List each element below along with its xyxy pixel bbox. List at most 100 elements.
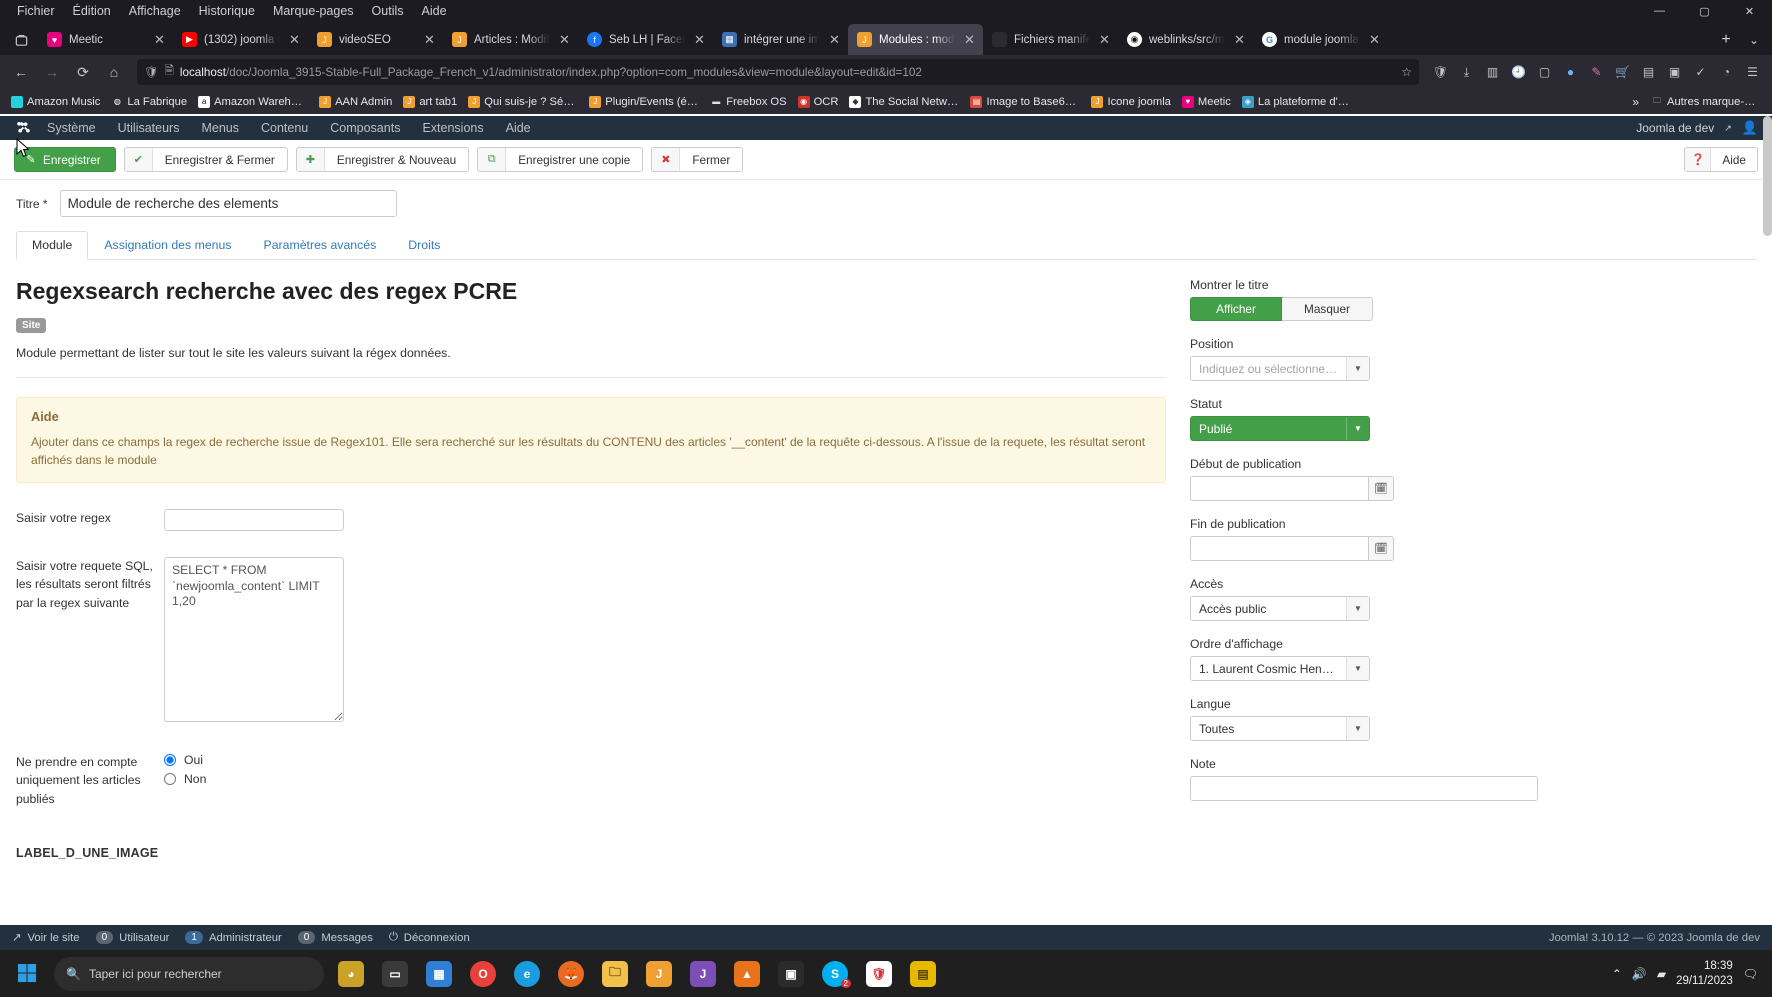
bookmark-art-tab1[interactable]: J art tab1 <box>398 94 462 110</box>
close-icon[interactable]: ✕ <box>692 32 707 47</box>
taskbar-icon-security[interactable]: 🛡 <box>858 953 900 995</box>
save-and-close-button[interactable]: ✔ Enregistrer & Fermer <box>123 147 288 172</box>
regex-input[interactable] <box>164 509 344 531</box>
menu-fichier[interactable]: Fichier <box>8 2 64 20</box>
joomla-nav-menus[interactable]: Menus <box>190 121 250 135</box>
view-site-link[interactable]: ↗ Voir le site <box>12 931 80 945</box>
maximize-button[interactable]: ▢ <box>1682 0 1727 22</box>
extension-ruler-icon[interactable]: ▤ <box>1636 59 1661 85</box>
bookmark-la-fabrique[interactable]: ◍ La Fabrique <box>106 94 192 110</box>
joomla-logo-icon[interactable] <box>10 121 36 136</box>
title-input[interactable] <box>59 190 397 217</box>
menu-edition[interactable]: Édition <box>64 2 120 20</box>
bookmark-amazon-warehouse[interactable]: a Amazon Warehouse <box>193 94 313 110</box>
radio-option-non[interactable]: Non <box>164 772 1166 786</box>
joomla-nav-utilisateurs[interactable]: Utilisateurs <box>107 121 191 135</box>
bookmark-icone-joomla[interactable]: J Icone joomla <box>1086 94 1175 110</box>
browser-tab-integrer-une-image[interactable]: ▦ intégrer une image dan ✕ <box>713 24 848 55</box>
taskbar-icon-firefox[interactable]: 🦊 <box>550 953 592 995</box>
taskbar-clock[interactable]: 18:39 29/11/2023 <box>1676 959 1733 988</box>
joomla-nav-contenu[interactable]: Contenu <box>250 121 319 135</box>
history-icon[interactable]: 🕘 <box>1506 59 1531 85</box>
taskbar-icon-cortana[interactable]: ◕ <box>330 953 372 995</box>
radio-non[interactable] <box>164 773 176 785</box>
taskbar-icon-task-view[interactable]: ▭ <box>374 953 416 995</box>
admins-status[interactable]: 1 Administrateur <box>185 931 282 944</box>
chevron-down-icon[interactable]: ▼ <box>1346 597 1369 620</box>
taskbar-icon-vlc[interactable]: ▲ <box>726 953 768 995</box>
extension-cart-icon[interactable]: 🛒 <box>1610 59 1635 85</box>
home-button[interactable]: ⌂ <box>100 59 128 85</box>
chevron-down-icon[interactable]: ⌄ <box>1740 25 1768 55</box>
browser-tab-articles-modifier[interactable]: J Articles : Modifier - Joo ✕ <box>443 24 578 55</box>
position-select[interactable]: Indiquez ou sélectionnez une... ▼ <box>1190 356 1370 381</box>
browser-tab-fichiers-manifest[interactable]: Fichiers manifest — Jooml ✕ <box>983 24 1118 55</box>
tray-chevron-up-icon[interactable]: ⌃ <box>1612 967 1622 981</box>
close-icon[interactable]: ✕ <box>287 32 302 47</box>
bookmark-social-network[interactable]: ◆ The Social Network for... <box>844 94 964 110</box>
taskbar-icon-opera[interactable]: O <box>462 953 504 995</box>
status-select[interactable]: Publié ▼ <box>1190 416 1370 441</box>
bookmark-ocr[interactable]: ◉ OCR <box>793 94 844 110</box>
note-input[interactable] <box>1190 776 1538 801</box>
calendar-icon[interactable]: 🗓 <box>1368 476 1394 501</box>
page-scrollbar[interactable] <box>1763 116 1772 925</box>
joomla-nav-extensions[interactable]: Extensions <box>411 121 494 135</box>
bookmark-freebox-os[interactable]: ▬ Freebox OS <box>705 94 791 110</box>
start-button[interactable] <box>4 950 50 997</box>
tab-list-icon[interactable] <box>4 25 38 55</box>
browser-tab-weblinks-github[interactable]: ◉ weblinks/src/modules ✕ <box>1118 24 1253 55</box>
save-button[interactable]: ✎ Enregistrer <box>14 147 116 172</box>
taskbar-icon-skype[interactable]: S 2 <box>814 953 856 995</box>
downloads-icon[interactable]: ⤓ <box>1454 59 1479 85</box>
menu-outils[interactable]: Outils <box>363 2 413 20</box>
taskbar-icon-terminal[interactable]: ▣ <box>770 953 812 995</box>
close-icon[interactable]: ✕ <box>152 32 167 47</box>
logout-link[interactable]: ⏻ Déconnexion <box>389 931 470 944</box>
messages-status[interactable]: 0 Messages <box>297 931 373 944</box>
calendar-icon[interactable]: 🗓 <box>1368 536 1394 561</box>
chevron-down-icon[interactable]: ▼ <box>1346 417 1369 440</box>
user-avatar-icon[interactable]: 👤 <box>1742 120 1762 136</box>
browser-tab-facebook[interactable]: f Seb LH | Facebook ✕ <box>578 24 713 55</box>
bookmark-image-to-base64[interactable]: ▤ Image to Base64 | Base... <box>965 94 1085 110</box>
close-window-button[interactable]: ✕ <box>1727 0 1772 22</box>
access-select[interactable]: Accès public ▼ <box>1190 596 1370 621</box>
bookmark-plugin-events[interactable]: J Plugin/Events (événe... <box>584 94 704 110</box>
close-button[interactable]: ✖ Fermer <box>651 147 744 172</box>
close-icon[interactable]: ✕ <box>962 32 977 47</box>
close-icon[interactable]: ✕ <box>827 32 842 47</box>
tab-droits[interactable]: Droits <box>392 231 456 260</box>
bookmark-meetic[interactable]: ♥ Meetic <box>1177 94 1236 110</box>
menu-historique[interactable]: Historique <box>190 2 264 20</box>
close-icon[interactable]: ✕ <box>1232 32 1247 47</box>
close-icon[interactable]: ✕ <box>557 32 572 47</box>
browser-tab-joomla-manifest-video[interactable]: ▶ (1302) joomla manifest ✕ <box>173 24 308 55</box>
chevron-down-icon[interactable]: ▼ <box>1346 657 1369 680</box>
taskbar-icon-widgets[interactable]: ▦ <box>418 953 460 995</box>
scrollbar-thumb[interactable] <box>1763 116 1772 236</box>
show-title-masquer[interactable]: Masquer <box>1282 297 1373 321</box>
extension-pink-icon[interactable]: ✎ <box>1584 59 1609 85</box>
bookmark-qui-suis-je[interactable]: J Qui suis-je ? Sébastien... <box>463 94 583 110</box>
help-button[interactable]: ❓ Aide <box>1684 147 1758 172</box>
chevron-down-icon[interactable]: ▼ <box>1346 717 1369 740</box>
taskbar-search[interactable]: 🔍 Taper ici pour rechercher <box>54 956 324 991</box>
browser-tab-modules-mod-regexsearch[interactable]: J Modules : mod_regexs ✕ <box>848 24 983 55</box>
menu-aide[interactable]: Aide <box>413 2 456 20</box>
tray-volume-icon[interactable]: 🔊 <box>1632 967 1647 981</box>
shield-icon[interactable]: 🛡 <box>144 65 159 79</box>
taskbar-icon-edge[interactable]: e <box>506 953 548 995</box>
close-icon[interactable]: ✕ <box>1367 32 1382 47</box>
bookmark-star-icon[interactable]: ☆ <box>1401 65 1412 79</box>
menu-affichage[interactable]: Affichage <box>120 2 190 20</box>
tab-module[interactable]: Module <box>16 231 89 260</box>
extension-blue-icon[interactable]: ● <box>1558 59 1583 85</box>
page-info-icon[interactable]: 🗎 <box>165 63 174 82</box>
chevron-down-icon[interactable]: ▼ <box>1346 357 1369 380</box>
taskbar-icon-joomla-amber[interactable]: J <box>638 953 680 995</box>
publish-down-input[interactable] <box>1190 536 1368 561</box>
browser-tab-videoseo[interactable]: J videoSEO ✕ <box>308 24 443 55</box>
taskbar-icon-notes[interactable]: ▤ <box>902 953 944 995</box>
save-and-new-button[interactable]: ✚ Enregistrer & Nouveau <box>295 147 470 172</box>
